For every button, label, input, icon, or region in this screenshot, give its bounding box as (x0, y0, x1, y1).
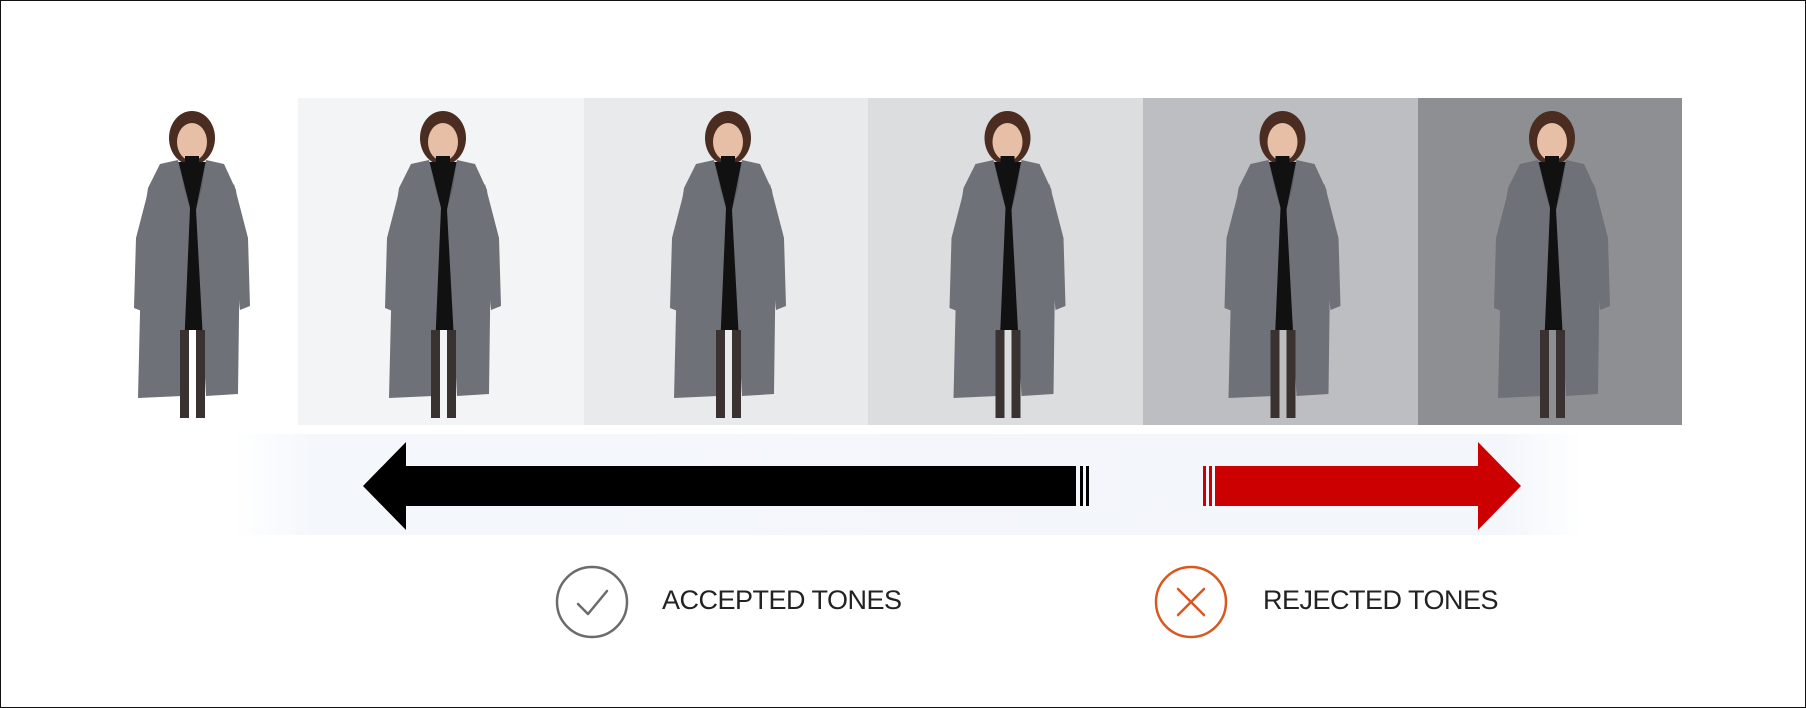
background-tone-photo-3 (868, 98, 1143, 425)
cutout-model-photo (110, 98, 270, 425)
arrow-band (233, 434, 1583, 535)
check-circle-icon (554, 564, 630, 640)
background-tone-photo-5 (1418, 98, 1682, 425)
background-tone-photo-2 (584, 98, 868, 425)
x-circle-icon (1153, 564, 1229, 640)
accepted-tones-label: ACCEPTED TONES (662, 585, 902, 615)
background-tone-photo-4 (1143, 98, 1418, 425)
rejected-tones-label: REJECTED TONES (1263, 585, 1499, 615)
figure-canvas: ACCEPTED TONES REJECTED TONES (0, 0, 1806, 708)
background-tone-photo-1 (298, 98, 584, 425)
